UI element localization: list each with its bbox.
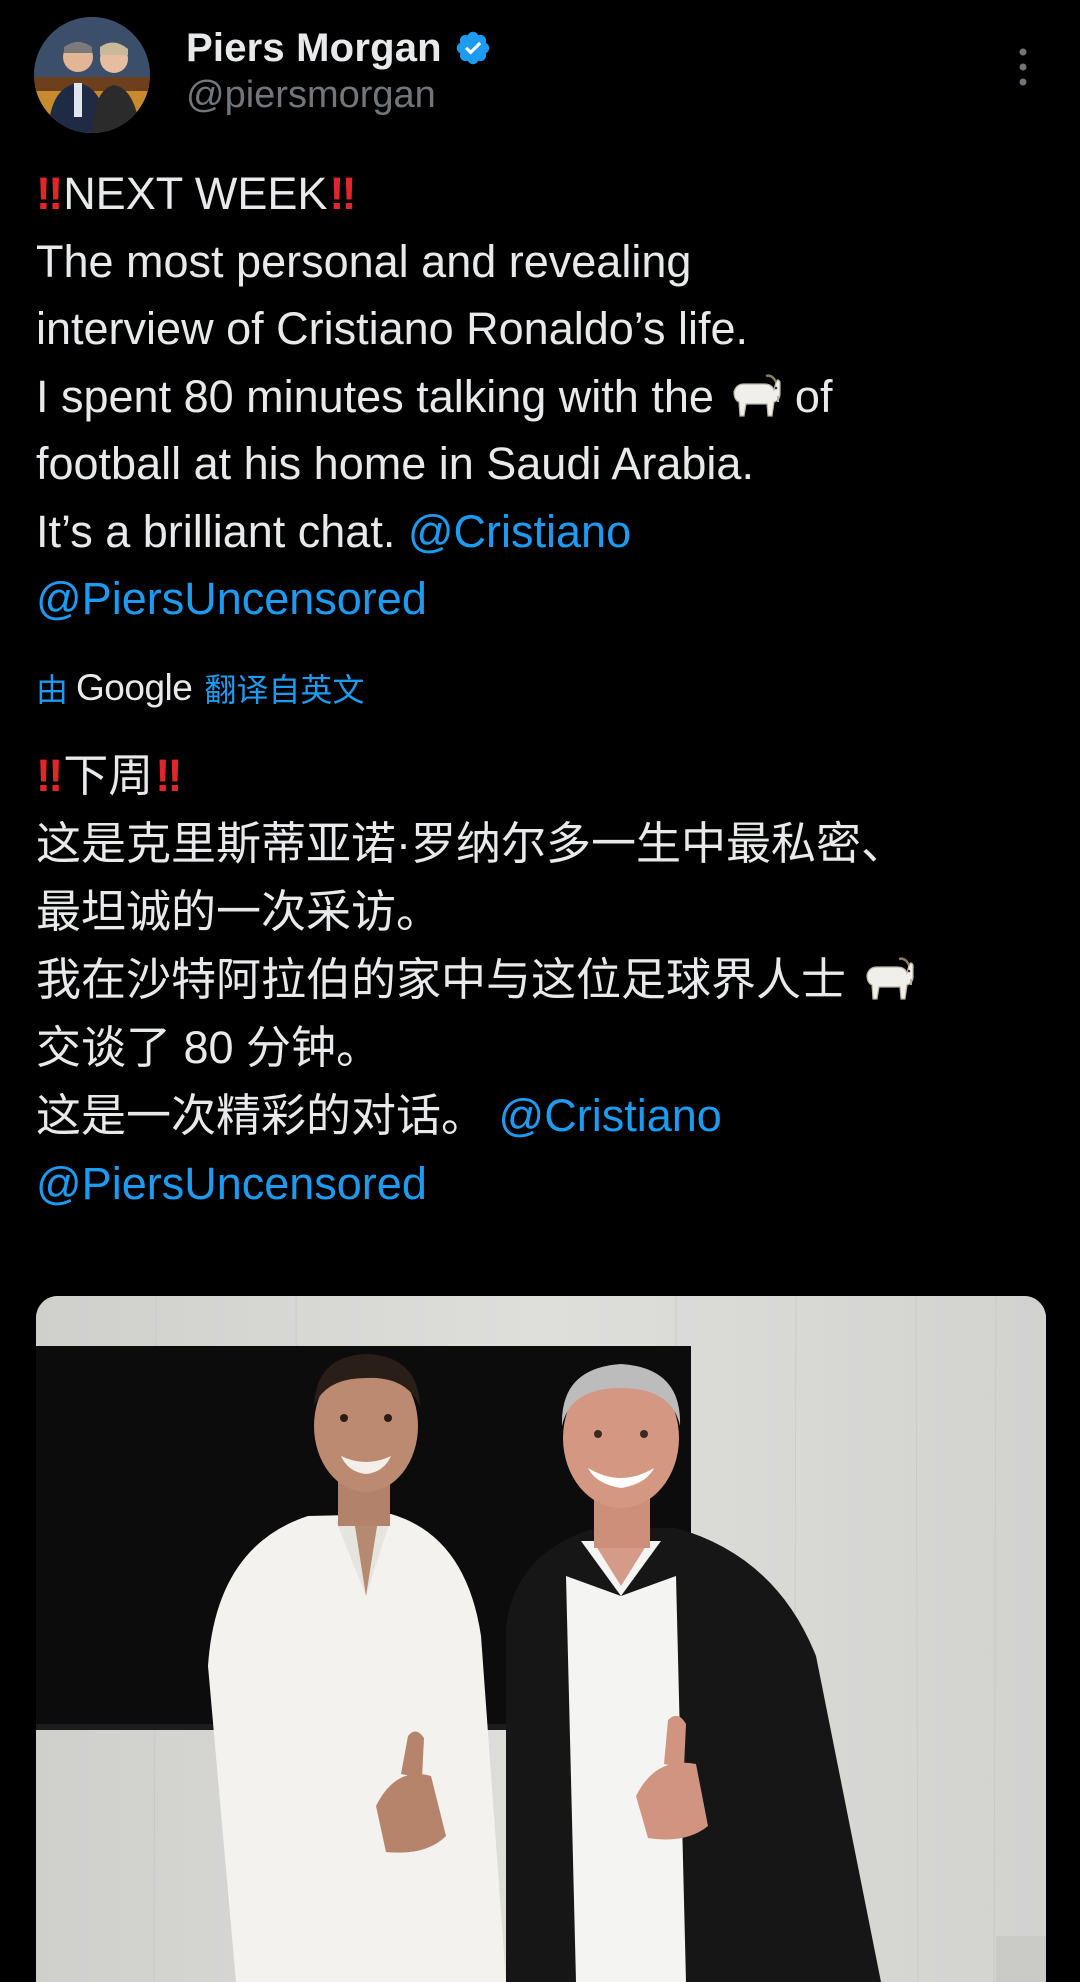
mention-link-piersuncensored[interactable]: @PiersUncensored — [36, 1158, 427, 1209]
post-text-line: interview of Cristiano Ronaldo’s life. — [36, 303, 749, 354]
goat-icon — [865, 957, 914, 1000]
translated-text-line: 交谈了 80 分钟。 — [36, 1022, 382, 1073]
translated-text-line: @PiersUncensored — [36, 1150, 1046, 1218]
photo-two-men-thumbs-up — [36, 1296, 1046, 1982]
translation-suffix: 翻译自英文 — [204, 672, 365, 708]
translated-text-line: 我在沙特阿拉伯的家中与这位足球界人士 — [36, 946, 1046, 1014]
author-display-name[interactable]: Piers Morgan — [186, 26, 442, 71]
translated-text: ‼ 下周‼ 这是克里斯蒂亚诺·罗纳尔多一生中最私密、 最坦诚的一次采访。 我在沙特… — [36, 742, 1046, 1218]
post-header: Piers Morgan @piersmorgan — [0, 0, 1080, 150]
post-text-segment: It’s a brilliant chat. — [36, 505, 396, 557]
post-text-line: I spent 80 minutes talking with the of — [36, 363, 1046, 431]
double-exclamation-emoji: ‼ — [36, 750, 63, 801]
author-handle[interactable]: @piersmorgan — [186, 74, 436, 117]
post-text-line: football at his home in Saudi Arabia. — [36, 438, 754, 489]
headline-label: NEXT WEEK — [63, 168, 328, 219]
post-text-line: ‼ NEXT WEEK‼ — [36, 160, 1046, 228]
verified-badge-icon — [456, 31, 490, 65]
google-logo: Google — [76, 667, 193, 708]
double-exclamation-emoji: ‼ — [155, 750, 182, 801]
mention-link-cristiano[interactable]: @Cristiano — [499, 1090, 722, 1141]
mention-link-piersuncensored[interactable]: @PiersUncensored — [36, 573, 427, 624]
post-media-photo[interactable] — [36, 1296, 1046, 1982]
author-name-row[interactable]: Piers Morgan — [186, 20, 492, 76]
translated-text-line: 这是克里斯蒂亚诺·罗纳尔多一生中最私密、 — [36, 818, 906, 869]
double-exclamation-emoji: ‼ — [36, 168, 63, 219]
post-text: ‼ NEXT WEEK‼ The most personal and reveal… — [36, 160, 1046, 633]
avatar-photo — [34, 17, 150, 133]
translated-text-line: 这是一次精彩的对话。 @Cristiano — [36, 1082, 1046, 1150]
post-text-line: The most personal and revealing — [36, 235, 692, 287]
translated-text-line: ‼ 下周‼ — [36, 742, 1046, 810]
translated-text-line: 最坦诚的一次采访。 — [36, 886, 442, 937]
author-avatar[interactable] — [34, 17, 150, 133]
more-vertical-icon[interactable] — [1008, 42, 1038, 92]
post-text-segment: I spent 80 minutes talking with the — [36, 370, 714, 422]
translated-text-segment: 我在沙特阿拉伯的家中与这位足球界人士 — [36, 954, 847, 1005]
post-text-segment: of — [794, 370, 833, 422]
post-text-line: @PiersUncensored — [36, 565, 1046, 633]
translated-headline: 下周 — [63, 750, 154, 801]
double-exclamation-emoji: ‼ — [329, 168, 356, 219]
translation-prefix: 由 — [36, 672, 69, 708]
translated-text-segment: 这是一次精彩的对话。 — [36, 1090, 487, 1141]
post-text-line: It’s a brilliant chat. @Cristiano — [36, 498, 1046, 566]
goat-icon — [733, 373, 782, 417]
translation-attribution[interactable]: 由 Google 翻译自英文 — [36, 660, 364, 716]
mention-link-cristiano[interactable]: @Cristiano — [408, 506, 631, 557]
